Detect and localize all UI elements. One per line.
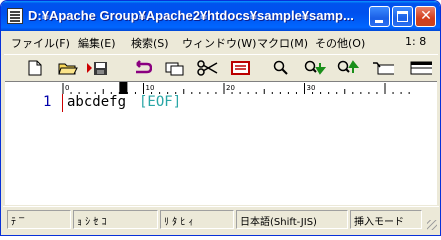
minimize-button[interactable]	[369, 6, 390, 27]
copy-icon	[165, 62, 184, 76]
search-icon	[273, 60, 288, 75]
menu-other[interactable]: その他(O)	[315, 35, 365, 51]
title-bar[interactable]: D:¥Apache Group¥Apache2¥htdocs¥sample¥sa…	[1, 1, 440, 31]
encoding-status[interactable]: 日本語(Shift-JIS)	[236, 210, 348, 229]
editor-window: D:¥Apache Group¥Apache2¥htdocs¥sample¥sa…	[0, 0, 441, 236]
menu-edit[interactable]: 編集(E)	[78, 35, 116, 51]
close-button[interactable]: ✕	[415, 6, 436, 27]
ruler-label: 10	[146, 84, 155, 92]
window-title: D:¥Apache Group¥Apache2¥htdocs¥sample¥sa…	[28, 8, 354, 23]
status-bar: ﾃ ‾ ｮ ｼ ｾ ｺ ﾘ ﾀ ﾋ ｨ 日本語(Shift-JIS) 挿入モード	[3, 206, 439, 232]
app-icon[interactable]	[7, 8, 23, 24]
cut-icon	[197, 60, 218, 76]
paste-icon	[231, 61, 250, 75]
status-cell-2: ｮ ｼ ｾ ｺ	[73, 210, 158, 229]
search-next-icon	[304, 60, 326, 75]
ruler-label: 30	[307, 84, 316, 92]
search-prev-button[interactable]	[337, 59, 359, 77]
insert-mode-status[interactable]: 挿入モード	[350, 210, 422, 229]
maximize-icon	[397, 11, 408, 22]
search-button[interactable]	[270, 59, 292, 77]
cut-button[interactable]	[197, 59, 219, 77]
menu-bar: ファイル(F) 編集(E) 検索(S) ウィンドウ(W) マクロ(M) その他(…	[5, 33, 437, 52]
status-cell-1: ﾃ ‾	[7, 210, 71, 229]
search-next-button[interactable]	[304, 59, 326, 77]
minimize-icon	[375, 20, 383, 23]
undo-icon	[136, 60, 152, 74]
menu-macro[interactable]: マクロ(M)	[257, 35, 308, 51]
menu-window[interactable]: ウィンドウ(W)	[182, 35, 256, 51]
close-icon: ✕	[420, 8, 432, 24]
undo-button[interactable]	[131, 59, 153, 77]
cursor-position: 1: 8	[405, 35, 427, 48]
text-area[interactable]: 1 abcdefg [EOF]	[5, 94, 437, 205]
line-number: 1	[43, 94, 52, 110]
menu-search[interactable]: 検索(S)	[131, 35, 169, 51]
open-folder-icon	[58, 63, 78, 75]
save-button[interactable]	[86, 59, 108, 77]
jump-icon	[373, 62, 394, 75]
search-prev-icon	[337, 60, 359, 73]
resize-grip[interactable]	[427, 220, 437, 230]
eof-marker: [EOF]	[139, 94, 182, 110]
save-icon	[87, 62, 107, 75]
new-file-icon	[28, 60, 42, 76]
new-file-button[interactable]	[24, 59, 46, 77]
toolbar	[4, 54, 438, 80]
ruler-label: 0	[65, 84, 69, 92]
menu-file[interactable]: ファイル(F)	[11, 35, 70, 51]
gutter-divider	[62, 94, 63, 112]
column-ruler: 0 10 20 30	[5, 81, 437, 95]
line-text[interactable]: abcdefg	[67, 94, 126, 110]
ruler-label: 20	[226, 84, 235, 92]
copy-button[interactable]	[164, 59, 186, 77]
window-split-icon	[410, 61, 432, 75]
maximize-button[interactable]	[392, 6, 413, 27]
status-cell-3: ﾘ ﾀ ﾋ ｨ	[160, 210, 234, 229]
jump-button[interactable]	[372, 59, 394, 77]
paste-button[interactable]	[230, 59, 252, 77]
window-split-button[interactable]	[410, 59, 432, 77]
open-button[interactable]	[57, 59, 79, 77]
